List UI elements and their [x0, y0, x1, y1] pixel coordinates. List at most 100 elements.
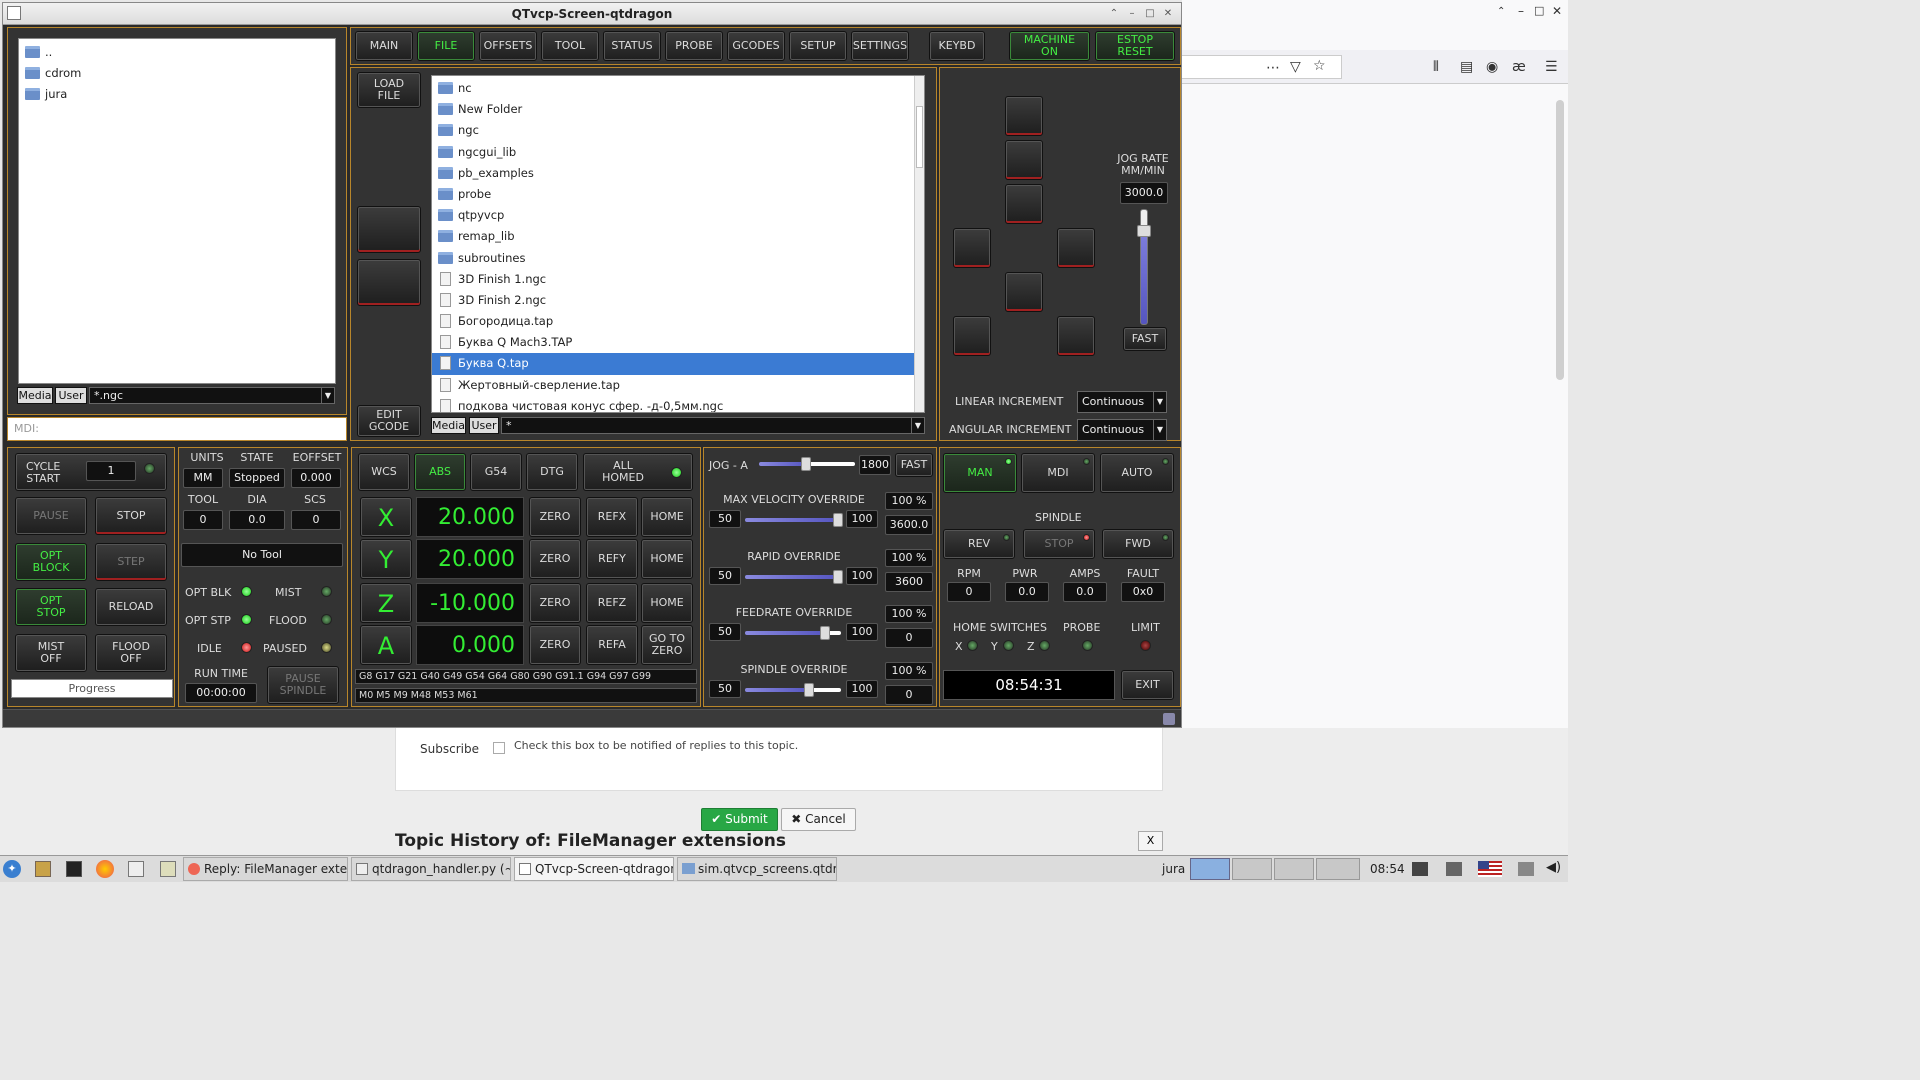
axis-x-button[interactable]: X: [360, 497, 412, 537]
linear-increment-select[interactable]: Continuous ▼: [1077, 391, 1167, 413]
file-list-item[interactable]: Богородица.tap: [432, 311, 924, 332]
cycle-count-field[interactable]: 1: [86, 461, 136, 481]
list-item[interactable]: jura: [19, 84, 335, 105]
ref-y-button[interactable]: REFY: [586, 539, 638, 579]
minimize-icon[interactable]: –: [1125, 7, 1139, 21]
tab-tool[interactable]: TOOL: [541, 31, 599, 61]
machine-on-button[interactable]: MACHINE ON: [1009, 31, 1090, 61]
blank-button-2[interactable]: [357, 259, 421, 306]
step-button[interactable]: STEP: [95, 543, 167, 581]
abs-button[interactable]: ABS: [414, 453, 466, 491]
workspace-4[interactable]: [1316, 858, 1360, 880]
jog-button[interactable]: [1005, 140, 1043, 180]
media-button[interactable]: Media: [17, 387, 53, 404]
opt-block-button[interactable]: OPT BLOCK: [15, 543, 87, 581]
spindle-rev-button[interactable]: REV: [943, 529, 1015, 559]
rapid-slider-handle[interactable]: [833, 570, 844, 584]
file-list-item[interactable]: ngcgui_lib: [432, 142, 924, 163]
home-x-button[interactable]: HOME: [641, 497, 693, 537]
taskbar-item[interactable]: qtdragon_handler.py (~...: [351, 857, 511, 881]
topic-close-button[interactable]: X: [1138, 831, 1163, 851]
jog-button[interactable]: [1005, 184, 1043, 224]
submit-button[interactable]: ✔ Submit: [701, 808, 778, 831]
rapid-slider[interactable]: [745, 575, 841, 579]
page-actions-icon[interactable]: ⋯: [1266, 60, 1280, 76]
file-list-item[interactable]: 3D Finish 2.ngc: [432, 290, 924, 311]
ref-a-button[interactable]: REFA: [586, 625, 638, 665]
taskbar-item[interactable]: sim.qtvcp_screens.qtdr...: [677, 857, 837, 881]
network-icon[interactable]: [1412, 862, 1428, 876]
taskbar-item-active[interactable]: QTvcp-Screen-qtdragon: [514, 857, 674, 881]
jog-fast-button[interactable]: FAST: [1123, 327, 1167, 351]
subscribe-checkbox[interactable]: [493, 742, 505, 754]
jog-a-slider-handle[interactable]: [801, 457, 811, 471]
file-manager-icon[interactable]: [35, 861, 51, 877]
close-browser-icon[interactable]: ✕: [1552, 4, 1562, 18]
mist-off-button[interactable]: MIST OFF: [15, 634, 87, 672]
file-list-scrollbar[interactable]: [914, 76, 924, 412]
browser-scrollbar[interactable]: [1556, 100, 1564, 380]
screen-icon[interactable]: [1446, 862, 1462, 876]
bookmark-star-icon[interactable]: ☆: [1313, 58, 1326, 74]
tab-gcodes[interactable]: GCODES: [727, 31, 785, 61]
tray-icon[interactable]: [1518, 862, 1534, 876]
terminal-icon[interactable]: [66, 861, 82, 877]
user-button[interactable]: User: [55, 387, 87, 404]
file-list-item[interactable]: subroutines: [432, 248, 924, 269]
max-vel-slider-handle[interactable]: [833, 513, 844, 527]
maximize-icon[interactable]: □: [1143, 7, 1157, 21]
account-icon[interactable]: ◉: [1486, 59, 1498, 75]
jog-button[interactable]: [953, 316, 991, 356]
reload-button[interactable]: RELOAD: [95, 588, 167, 626]
estop-reset-button[interactable]: ESTOP RESET: [1095, 31, 1175, 61]
menu-icon[interactable]: ☰: [1545, 59, 1558, 75]
maximize-icon[interactable]: □: [1534, 4, 1544, 17]
file-list-item[interactable]: remap_lib: [432, 226, 924, 247]
list-item[interactable]: cdrom: [19, 63, 335, 84]
file-list-item[interactable]: nc: [432, 78, 924, 99]
man-button[interactable]: MAN: [943, 453, 1017, 493]
jog-button[interactable]: [1057, 228, 1095, 268]
volume-icon[interactable]: ◀): [1546, 860, 1561, 875]
zero-x-button[interactable]: ZERO: [529, 497, 581, 537]
workspace-2[interactable]: [1232, 858, 1272, 880]
exit-button[interactable]: EXIT: [1121, 670, 1174, 700]
jog-rate-slider-handle[interactable]: [1137, 225, 1151, 237]
file-list-item[interactable]: подкова чистовая конус сфер. -д-0,5мм.ng…: [432, 396, 924, 412]
tab-status[interactable]: STATUS: [603, 31, 661, 61]
dtg-button[interactable]: DTG: [526, 453, 578, 491]
angular-increment-select[interactable]: Continuous ▼: [1077, 419, 1167, 441]
taskbar-item[interactable]: Reply: FileManager exte...: [183, 857, 348, 881]
g54-button[interactable]: G54: [470, 453, 522, 491]
file-list-item[interactable]: probe: [432, 184, 924, 205]
file-list-item[interactable]: 3D Finish 1.ngc: [432, 269, 924, 290]
workspace-3[interactable]: [1274, 858, 1314, 880]
edit-gcode-button[interactable]: EDIT GCODE: [357, 405, 421, 437]
zero-a-button[interactable]: ZERO: [529, 625, 581, 665]
sidebar-icon[interactable]: ▤: [1460, 59, 1473, 75]
opt-stop-button[interactable]: OPT STOP: [15, 588, 87, 626]
media-button[interactable]: Media: [431, 417, 466, 434]
extension-icon[interactable]: æ: [1512, 59, 1526, 75]
keybd-button[interactable]: KEYBD: [929, 31, 985, 61]
file-filter-select[interactable]: * ▼: [501, 417, 925, 434]
jog-button[interactable]: [1005, 272, 1043, 312]
minimize-icon[interactable]: –: [1518, 4, 1524, 18]
workspace-1[interactable]: [1190, 858, 1230, 880]
feed-slider-handle[interactable]: [819, 626, 830, 640]
window-menu-icon[interactable]: [7, 6, 21, 20]
linuxcnc-icon[interactable]: [160, 861, 176, 877]
axis-a-button[interactable]: A: [360, 625, 412, 665]
flood-off-button[interactable]: FLOOD OFF: [95, 634, 167, 672]
shade-icon[interactable]: ⌃: [1107, 7, 1121, 21]
left-file-list[interactable]: .. cdrom jura: [18, 38, 336, 384]
spindle-fwd-button[interactable]: FWD: [1102, 529, 1174, 559]
jog-button[interactable]: [953, 228, 991, 268]
wcs-button[interactable]: WCS: [358, 453, 410, 491]
cancel-button[interactable]: ✖ Cancel: [781, 808, 856, 831]
home-z-button[interactable]: HOME: [641, 583, 693, 623]
zero-z-button[interactable]: ZERO: [529, 583, 581, 623]
file-list-item[interactable]: qtpyvcp: [432, 205, 924, 226]
mdi-input[interactable]: MDI:: [7, 417, 347, 441]
us-flag-icon[interactable]: [1478, 861, 1502, 877]
